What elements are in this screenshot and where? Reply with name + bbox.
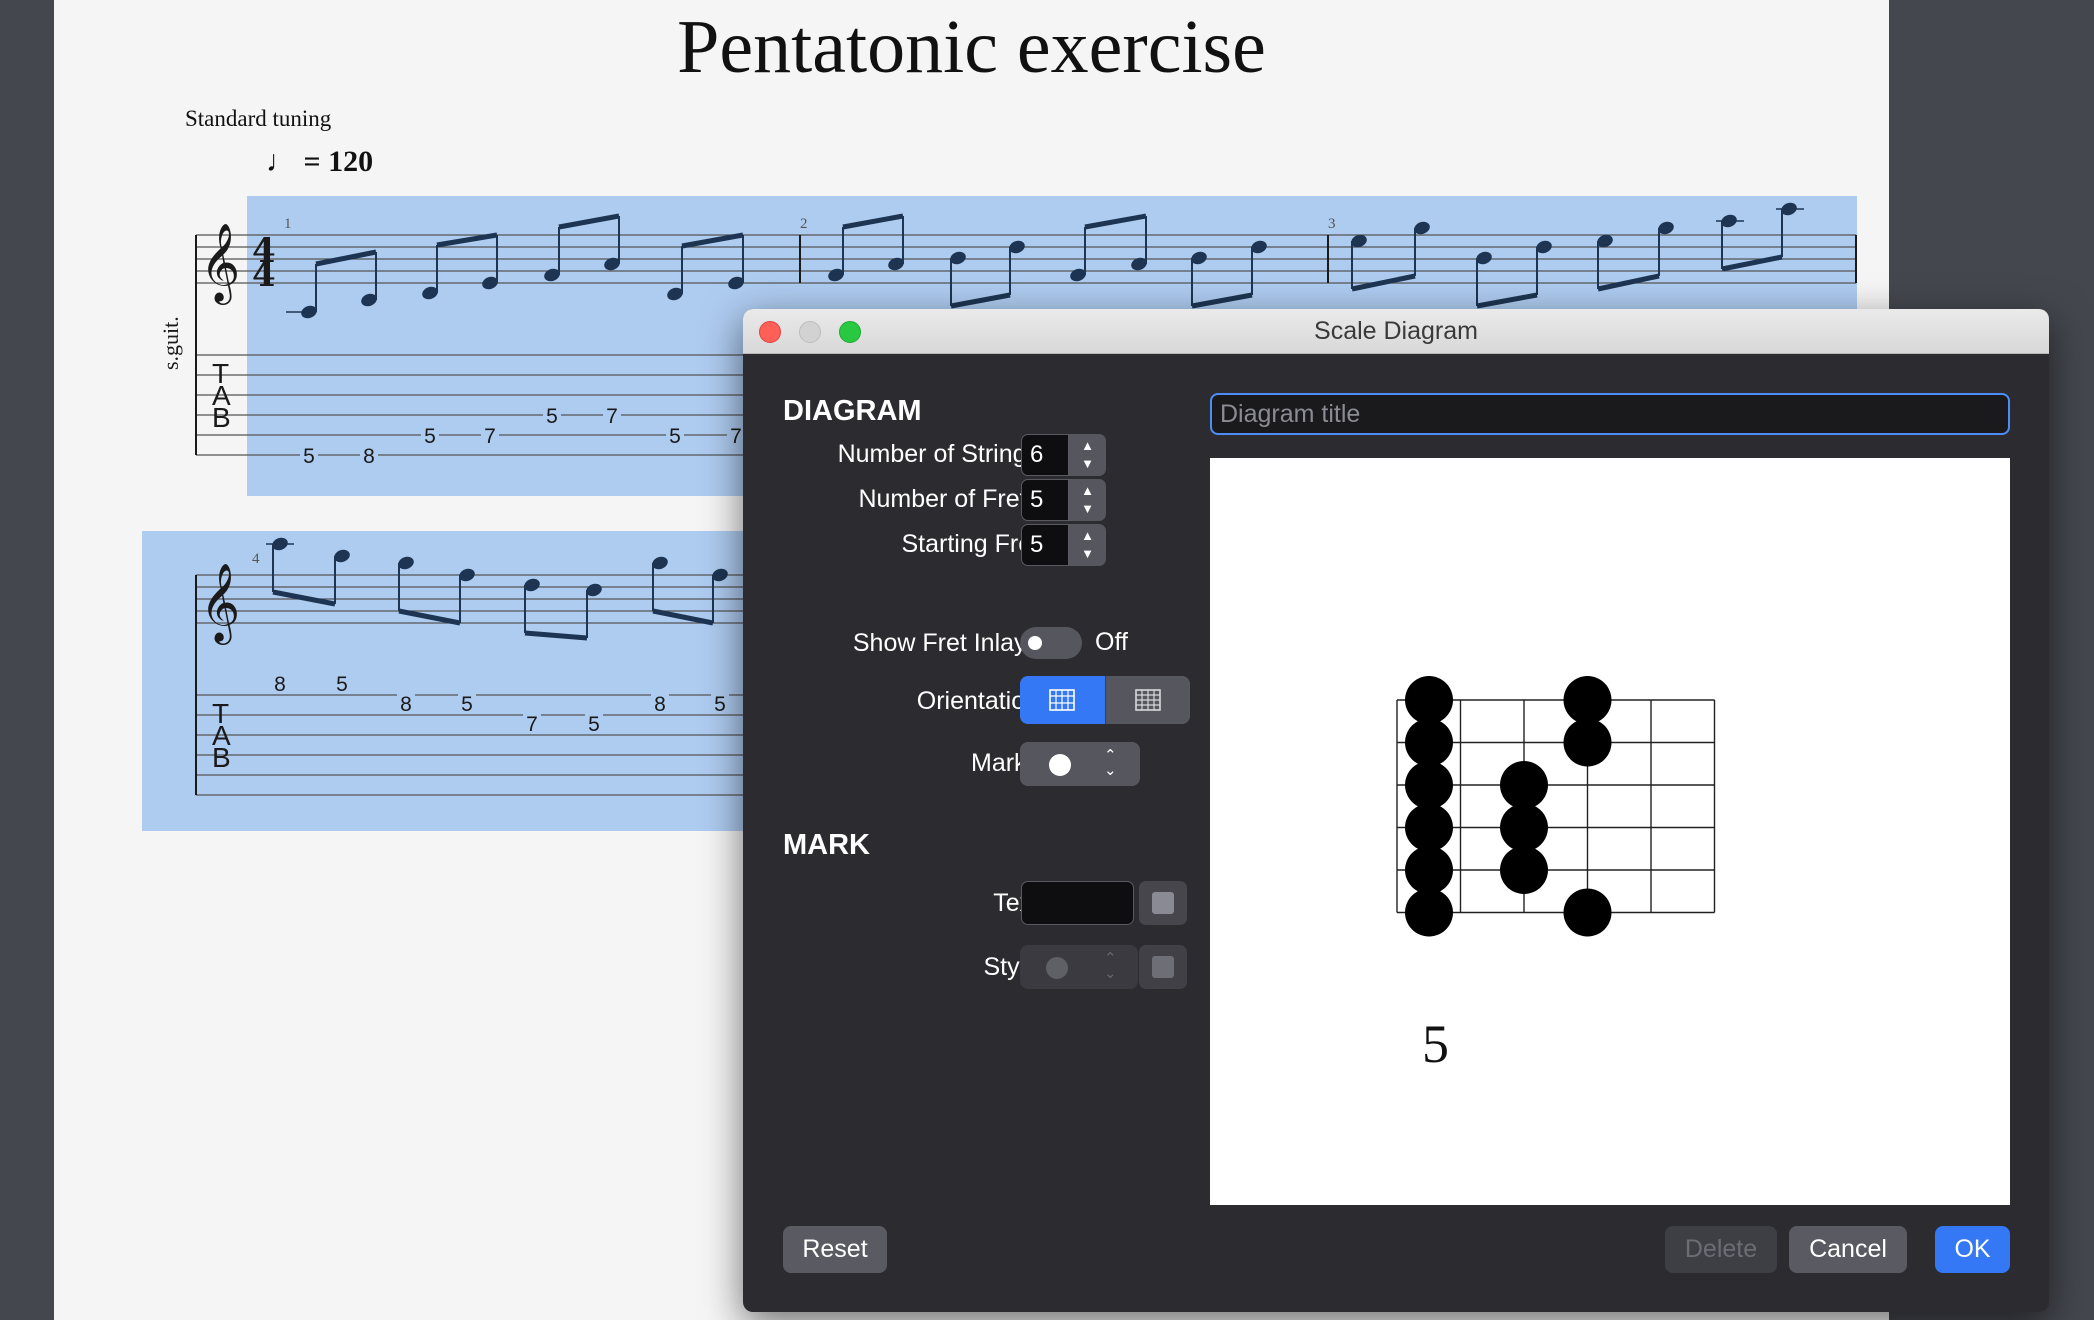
scale-mark-dot (1405, 676, 1453, 724)
mark-section-heading: MARK (783, 829, 870, 861)
fret-inlays-label: Show Fret Inlays: (852, 629, 1046, 657)
treble-clef: 𝄞 (200, 223, 240, 305)
chevron-updown-icon: ⌃ ⌄ (1104, 950, 1117, 982)
scale-mark-dot (1563, 676, 1612, 724)
filled-circle-icon (1046, 957, 1068, 979)
measure-number: 1 (284, 216, 292, 232)
orientation-vertical-button[interactable] (1020, 676, 1105, 724)
tab-fret-number: 5 (588, 713, 600, 736)
scale-mark-dot (1500, 761, 1548, 809)
measure-number: 4 (252, 551, 260, 567)
orientation-horizontal-button[interactable] (1105, 676, 1190, 724)
tab-fret-number: 8 (654, 693, 666, 716)
starting-fret-field[interactable]: 5 (1021, 524, 1069, 566)
tab-fret-number: 8 (274, 673, 286, 696)
scale-mark-dot (1500, 846, 1548, 894)
tab-clef-letter: B (212, 402, 231, 433)
frets-stepper-arrows[interactable]: ▲ ▼ (1069, 479, 1106, 521)
measure-number: 3 (1328, 216, 1336, 232)
starting-fret-number: 5 (1422, 1014, 1449, 1074)
color-swatch (1152, 956, 1174, 978)
diagram-preview[interactable]: 5 (1210, 458, 2010, 1205)
tab-fret-number: 5 (714, 693, 726, 716)
mark-style-color-well (1139, 945, 1187, 989)
fret-inlays-state: Off (1095, 628, 1128, 656)
tab-clef-letter: B (212, 742, 231, 773)
decrement-icon[interactable]: ▼ (1069, 546, 1106, 561)
increment-icon[interactable]: ▲ (1069, 528, 1106, 543)
diagram-section-heading: DIAGRAM (783, 395, 922, 427)
tab-fret-number: 7 (606, 405, 618, 428)
frets-field[interactable]: 5 (1021, 479, 1069, 521)
tab-fret-number: 7 (484, 425, 496, 448)
decrement-icon[interactable]: ▼ (1069, 456, 1106, 471)
treble-clef: 𝄞 (200, 563, 240, 645)
fret-inlays-toggle[interactable] (1020, 627, 1082, 659)
strings-label: Number of Strings: (837, 440, 1046, 468)
ok-button[interactable]: OK (1935, 1226, 2010, 1273)
scale-mark-dot (1563, 888, 1612, 937)
measure-number: 2 (800, 216, 808, 232)
tab-fret-number: 8 (400, 693, 412, 716)
tab-fret-number: 8 (363, 445, 375, 468)
score-title[interactable]: Pentatonic exercise (54, 4, 1889, 91)
scale-diagram-dialog: Scale Diagram DIAGRAM Number of Strings:… (743, 309, 2049, 1312)
tab-fret-number: 7 (526, 713, 538, 736)
tab-fret-number: 7 (730, 425, 742, 448)
horizontal-grid-icon (1135, 689, 1161, 711)
tab-fret-number: 5 (461, 693, 473, 716)
increment-icon[interactable]: ▲ (1069, 483, 1106, 498)
orientation-segmented-control (1020, 676, 1190, 724)
cancel-button[interactable]: Cancel (1789, 1226, 1907, 1273)
reset-button[interactable]: Reset (783, 1226, 887, 1273)
increment-icon[interactable]: ▲ (1069, 438, 1106, 453)
starting-fret-stepper[interactable]: 5 ▲ ▼ (1021, 524, 1106, 566)
mark-text-field[interactable] (1021, 881, 1134, 925)
diagram-title-input[interactable] (1210, 393, 2010, 435)
filled-circle-icon (1049, 754, 1071, 776)
scale-mark-dot (1405, 846, 1453, 894)
scale-diagram-grid[interactable] (1210, 458, 2010, 1205)
tempo-marking[interactable]: ♩ = 120 (266, 145, 373, 179)
scale-mark-dot (1405, 718, 1453, 767)
decrement-icon[interactable]: ▼ (1069, 501, 1106, 516)
time-signature-digit: 4 (252, 255, 276, 295)
scale-mark-dot (1405, 761, 1453, 809)
scale-mark-dot (1563, 718, 1612, 767)
tab-fret-number: 5 (303, 445, 315, 468)
tab-fret-number: 5 (336, 673, 348, 696)
scale-mark-dot (1405, 803, 1453, 852)
tab-fret-number: 5 (424, 425, 436, 448)
strings-stepper[interactable]: 6 ▲ ▼ (1021, 434, 1106, 476)
chevron-updown-icon: ⌃ ⌄ (1104, 747, 1117, 779)
vertical-grid-icon (1049, 689, 1075, 711)
mark-text-color-well[interactable] (1139, 881, 1187, 925)
frets-stepper[interactable]: 5 ▲ ▼ (1021, 479, 1106, 521)
tuning-label[interactable]: Standard tuning (185, 106, 331, 132)
scale-mark-dot (1405, 888, 1453, 937)
strings-stepper-arrows[interactable]: ▲ ▼ (1069, 434, 1106, 476)
dialog-title: Scale Diagram (1314, 317, 1478, 345)
dialog-titlebar[interactable]: Scale Diagram (743, 309, 2049, 354)
starting-fret-stepper-arrows[interactable]: ▲ ▼ (1069, 524, 1106, 566)
marks-popup-button[interactable]: ⌃ ⌄ (1020, 742, 1140, 786)
instrument-label: s.guit. (158, 316, 183, 370)
mark-style-popup-button: ⌃ ⌄ (1020, 945, 1138, 989)
scale-mark-dot (1500, 803, 1548, 852)
frets-label: Number of Frets: (858, 485, 1046, 513)
tab-fret-number: 5 (546, 405, 558, 428)
tab-fret-number: 5 (669, 425, 681, 448)
strings-field[interactable]: 6 (1021, 434, 1069, 476)
toggle-knob (1028, 636, 1042, 650)
delete-button: Delete (1665, 1226, 1777, 1273)
color-swatch (1152, 892, 1174, 914)
